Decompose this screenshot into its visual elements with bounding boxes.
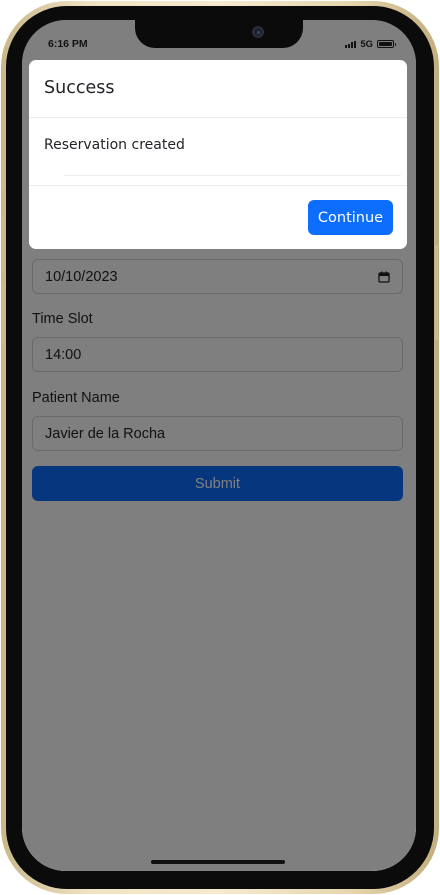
volume-down-button <box>1 285 4 343</box>
status-time: 6:16 PM <box>48 38 88 50</box>
modal-message: Reservation created <box>44 137 185 153</box>
power-button <box>435 245 438 340</box>
modal-footer-divider <box>29 185 407 186</box>
modal-title: Success <box>44 78 115 98</box>
battery-icon <box>377 40 396 48</box>
notch <box>135 20 303 48</box>
status-indicators: 5G <box>345 35 396 50</box>
modal-body-divider <box>64 175 401 176</box>
phone-screen: 6:16 PM 5G 10/10/2023 Time Slot 14:00 <box>22 20 416 871</box>
success-modal: Success Reservation created Continue <box>29 60 407 249</box>
signal-icon <box>345 40 357 48</box>
home-indicator[interactable] <box>151 860 285 864</box>
modal-header-divider <box>29 117 407 118</box>
camera-icon <box>252 26 264 38</box>
volume-up-button <box>1 215 4 273</box>
network-label: 5G <box>360 38 373 50</box>
continue-button[interactable]: Continue <box>308 200 393 235</box>
mute-switch <box>1 160 4 190</box>
